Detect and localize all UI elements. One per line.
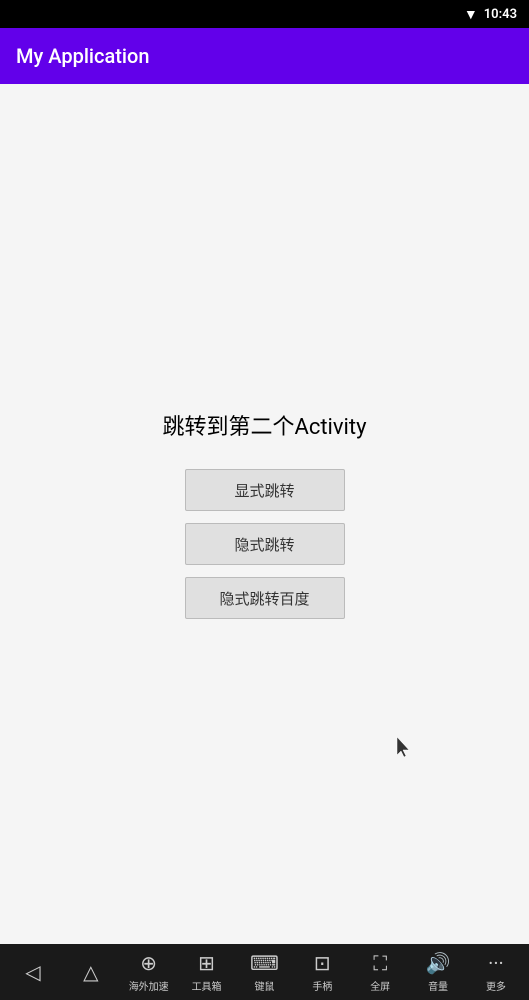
explicit-jump-button[interactable]: 显式跳转 <box>185 469 345 511</box>
app-title: My Application <box>16 44 149 68</box>
more-icon: ··· <box>488 951 504 975</box>
nav-back[interactable]: ◁ <box>9 960 57 984</box>
app-bar: My Application <box>0 28 529 84</box>
main-content: 跳转到第二个Activity 显式跳转 隐式跳转 隐式跳转百度 <box>0 84 529 944</box>
overseas-label: 海外加速 <box>129 978 169 993</box>
status-bar: ▼ 10:43 <box>0 0 529 28</box>
bottom-nav: ◁ △ ⊕ 海外加速 ⊞ 工具箱 ⌨ 键鼠 ⊡ 手柄 ⛶ 全屏 🔊 音量 ···… <box>0 944 529 1000</box>
gamepad-icon: ⊡ <box>314 951 331 975</box>
implicit-jump-baidu-button[interactable]: 隐式跳转百度 <box>185 577 345 619</box>
nav-more[interactable]: ··· 更多 <box>472 951 520 993</box>
more-label: 更多 <box>486 978 506 993</box>
nav-gamepad[interactable]: ⊡ 手柄 <box>298 951 346 993</box>
overseas-icon: ⊕ <box>140 951 157 975</box>
nav-overseas[interactable]: ⊕ 海外加速 <box>125 951 173 993</box>
volume-icon: 🔊 <box>426 951 451 975</box>
home-icon: △ <box>83 960 98 984</box>
nav-keyboard[interactable]: ⌨ 键鼠 <box>240 951 288 993</box>
fullscreen-icon: ⛶ <box>373 951 387 975</box>
keyboard-label: 键鼠 <box>254 978 274 993</box>
status-time: 10:43 <box>484 7 517 22</box>
volume-label: 音量 <box>428 978 448 993</box>
wifi-icon: ▼ <box>464 6 478 23</box>
nav-volume[interactable]: 🔊 音量 <box>414 951 462 993</box>
toolbox-label: 工具箱 <box>192 978 222 993</box>
keyboard-icon: ⌨ <box>250 951 279 975</box>
back-icon: ◁ <box>25 960 40 984</box>
gamepad-label: 手柄 <box>312 978 332 993</box>
main-heading: 跳转到第二个Activity <box>162 409 366 441</box>
nav-toolbox[interactable]: ⊞ 工具箱 <box>183 951 231 993</box>
fullscreen-label: 全屏 <box>370 978 390 993</box>
implicit-jump-button[interactable]: 隐式跳转 <box>185 523 345 565</box>
nav-fullscreen[interactable]: ⛶ 全屏 <box>356 951 404 993</box>
nav-home[interactable]: △ <box>67 960 115 984</box>
toolbox-icon: ⊞ <box>198 951 215 975</box>
